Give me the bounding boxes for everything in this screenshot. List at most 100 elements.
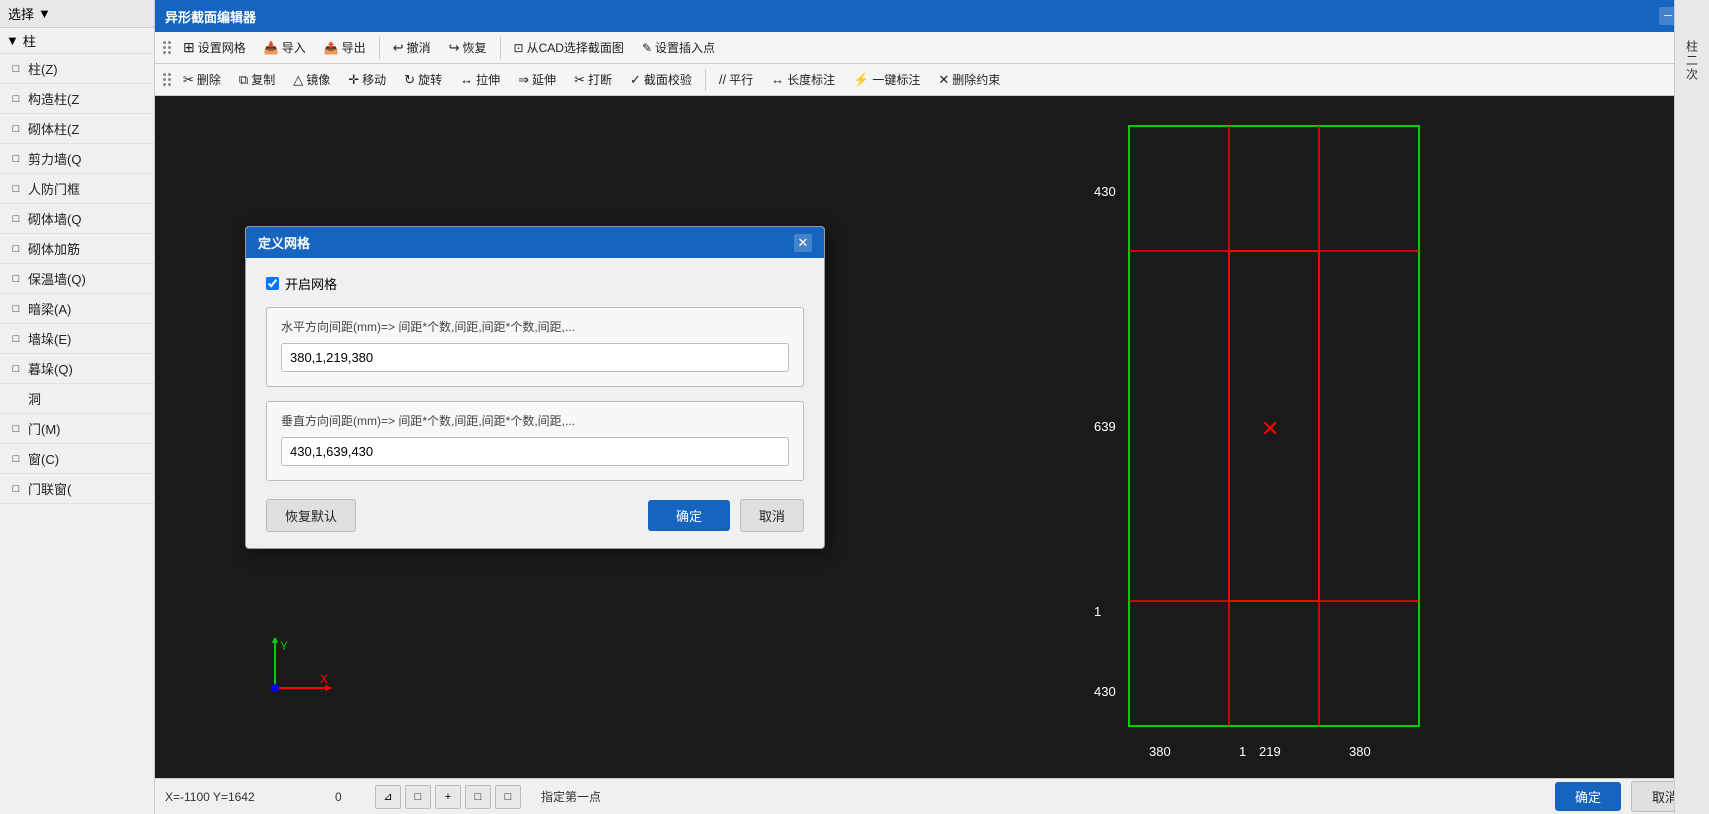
- sidebar-column-icon: ▼: [6, 33, 19, 48]
- sidebar-item-icon-zhu-z: □: [8, 61, 24, 77]
- toolbar2-btn-extend[interactable]: ⇒延伸: [510, 67, 564, 92]
- toolbar1-btn-redo[interactable]: ↪恢复: [441, 35, 495, 60]
- toolbar2-btn-stretch[interactable]: ↔拉伸: [452, 67, 508, 92]
- dialog-cancel-button[interactable]: 取消: [740, 499, 804, 532]
- toolbar1-label-redo: 恢复: [463, 39, 487, 56]
- toolbar2-btn-mirror[interactable]: △镜像: [285, 67, 338, 92]
- import-icon: 📥: [264, 41, 279, 55]
- toolbar1-label-undo: 撤消: [407, 39, 431, 56]
- sidebar-item-poti-jia[interactable]: □砌体加筋: [0, 234, 154, 264]
- define-grid-dialog: 定义网格 ✕ 开启网格 水平方向间距(mm)=> 间距*个数,间距,间距*个数,…: [245, 226, 825, 549]
- toolbar2-btn-move[interactable]: ✛移动: [340, 67, 394, 92]
- toolbar1-btn-export[interactable]: 📤导出: [316, 35, 374, 60]
- sidebar-item-jianli-q[interactable]: □剪力墙(Q: [0, 144, 154, 174]
- svg-text:430: 430: [1094, 184, 1116, 199]
- canvas-area[interactable]: X Y ✕ 430 639 1: [155, 96, 1709, 778]
- toolbar2-icon-delete: ✂: [183, 72, 194, 88]
- svg-text:Y: Y: [280, 639, 288, 653]
- status-tool-snap3[interactable]: +: [435, 785, 461, 809]
- status-tool-snap4[interactable]: □: [465, 785, 491, 809]
- sidebar-select-row: 选择 ▼: [0, 0, 154, 28]
- sidebar-item-label-gouzao-z: 构造柱(Z: [28, 89, 79, 108]
- dialog-body: 开启网格 水平方向间距(mm)=> 间距*个数,间距,间距*个数,间距,... …: [246, 258, 824, 548]
- horizontal-input[interactable]: [281, 343, 789, 372]
- horizontal-group-label: 水平方向间距(mm)=> 间距*个数,间距,间距*个数,间距,...: [281, 318, 789, 335]
- sidebar: 选择 ▼ ▼ 柱 □柱(Z)□构造柱(Z□砌体柱(Z□剪力墙(Q□人防门框□砌体…: [0, 0, 155, 814]
- toolbar2-icon-length-mark: ↔: [771, 72, 784, 87]
- horizontal-group: 水平方向间距(mm)=> 间距*个数,间距,间距*个数,间距,...: [266, 307, 804, 387]
- sidebar-item-dong[interactable]: 洞: [0, 384, 154, 414]
- sidebar-item-qiangcuo-e[interactable]: □墙垛(E): [0, 324, 154, 354]
- sidebar-item-baowenq[interactable]: □保温墙(Q): [0, 264, 154, 294]
- enable-grid-checkbox[interactable]: [266, 277, 279, 290]
- toolbar2-btn-parallel[interactable]: //平行: [711, 67, 761, 92]
- toolbar2-label-del-constraint: 删除约束: [952, 71, 1000, 88]
- sidebar-item-zhu-z[interactable]: □柱(Z): [0, 54, 154, 84]
- dialog-close-button[interactable]: ✕: [794, 234, 812, 252]
- vertical-input[interactable]: [281, 437, 789, 466]
- toolbar2-btn-break[interactable]: ✂打断: [566, 67, 620, 92]
- status-bar: X=-1100 Y=1642 0 ⊿□+□□ 指定第一点 确定 取消: [155, 778, 1709, 814]
- status-tool-snap1[interactable]: ⊿: [375, 785, 401, 809]
- toolbar2-label-move: 移动: [362, 71, 386, 88]
- dialog-ok-button[interactable]: 确定: [648, 500, 730, 531]
- svg-text:✕: ✕: [1261, 416, 1279, 441]
- svg-text:1: 1: [1239, 744, 1246, 759]
- sidebar-item-label-jianli-q: 剪力墙(Q: [28, 149, 81, 168]
- sidebar-item-gouzao-z[interactable]: □构造柱(Z: [0, 84, 154, 114]
- toolbar2-label-break: 打断: [588, 71, 612, 88]
- sidebar-item-icon-gouzao-z: □: [8, 91, 24, 107]
- app-window: 异形截面编辑器 ─ ✕ ⊞设置网格📥导入📤导出↩撤消↪恢复⊡从CAD选择截面图✎…: [155, 0, 1709, 814]
- sidebar-item-icon-renfang-m: □: [8, 181, 24, 197]
- toolbar2-btn-section-check[interactable]: ✓截面校验: [622, 67, 700, 92]
- right-panel-label: 柱二次: [1684, 40, 1701, 82]
- toolbar1-btn-select-from-cad[interactable]: ⊡从CAD选择截面图: [506, 35, 632, 60]
- toolbar2-btn-rotate[interactable]: ↻旋转: [396, 67, 450, 92]
- toolbar1-label-set-insert: 设置插入点: [655, 39, 715, 56]
- dialog-overlay: 定义网格 ✕ 开启网格 水平方向间距(mm)=> 间距*个数,间距,间距*个数,…: [155, 96, 1709, 778]
- svg-text:380: 380: [1149, 744, 1171, 759]
- sidebar-item-anliang-a[interactable]: □暗梁(A): [0, 294, 154, 324]
- sidebar-item-poti-z[interactable]: □砌体柱(Z: [0, 114, 154, 144]
- toolbar2-label-one-key-mark: 一键标注: [872, 71, 920, 88]
- toolbar2-label-section-check: 截面校验: [644, 71, 692, 88]
- sidebar-item-icon-anliang-a: □: [8, 301, 24, 317]
- sidebar-item-poti-q[interactable]: □砌体墙(Q: [0, 204, 154, 234]
- svg-text:219: 219: [1259, 744, 1281, 759]
- toolbar1-handle: [161, 39, 173, 56]
- insert-icon: ✎: [642, 41, 652, 55]
- sep-before-undo: [379, 37, 380, 59]
- toolbar2-label-rotate: 旋转: [418, 71, 442, 88]
- toolbar2-icon-del-constraint: ✕: [938, 72, 949, 88]
- toolbar1-btn-import[interactable]: 📥导入: [256, 35, 314, 60]
- toolbar1-btn-undo[interactable]: ↩撤消: [385, 35, 439, 60]
- svg-text:1: 1: [1094, 604, 1101, 619]
- restore-default-button[interactable]: 恢复默认: [266, 499, 356, 532]
- sidebar-item-icon-poti-jia: □: [8, 241, 24, 257]
- sidebar-item-label-chuang-c: 窗(C): [28, 449, 59, 468]
- sidebar-item-label-poti-z: 砌体柱(Z: [28, 119, 79, 138]
- toolbar2-btn-del-constraint[interactable]: ✕删除约束: [930, 67, 1008, 92]
- sidebar-item-menlianchuang[interactable]: □门联窗(: [0, 474, 154, 504]
- toolbar2-btn-one-key-mark[interactable]: ⚡一键标注: [845, 67, 928, 92]
- status-tool-snap2[interactable]: □: [405, 785, 431, 809]
- toolbar2-btn-copy[interactable]: ⧉复制: [231, 67, 283, 92]
- sidebar-item-icon-dong: [8, 391, 24, 407]
- redo-icon: ↪: [449, 40, 460, 56]
- toolbar1-btn-set-grid[interactable]: ⊞设置网格: [175, 35, 254, 60]
- sidebar-item-label-anliang-a: 暗梁(A): [28, 299, 71, 318]
- toolbar2-btn-length-mark[interactable]: ↔长度标注: [763, 67, 843, 92]
- toolbar2-btn-delete[interactable]: ✂删除: [175, 67, 229, 92]
- sidebar-item-label-qiangcuo-e: 墙垛(E): [28, 329, 71, 348]
- status-tool-snap5[interactable]: □: [495, 785, 521, 809]
- sidebar-item-label-menlianchuang: 门联窗(: [28, 479, 71, 498]
- sidebar-item-chuang-c[interactable]: □窗(C): [0, 444, 154, 474]
- sidebar-item-mucuo-q[interactable]: □暮垛(Q): [0, 354, 154, 384]
- status-confirm-button[interactable]: 确定: [1555, 782, 1621, 811]
- toolbar2-label-copy: 复制: [251, 71, 275, 88]
- app-title: 异形截面编辑器: [165, 7, 256, 26]
- sidebar-item-men-m[interactable]: □门(M): [0, 414, 154, 444]
- toolbar1-btn-set-insert[interactable]: ✎设置插入点: [634, 35, 723, 60]
- sidebar-item-renfang-m[interactable]: □人防门框: [0, 174, 154, 204]
- toolbar2-handle: [161, 71, 173, 88]
